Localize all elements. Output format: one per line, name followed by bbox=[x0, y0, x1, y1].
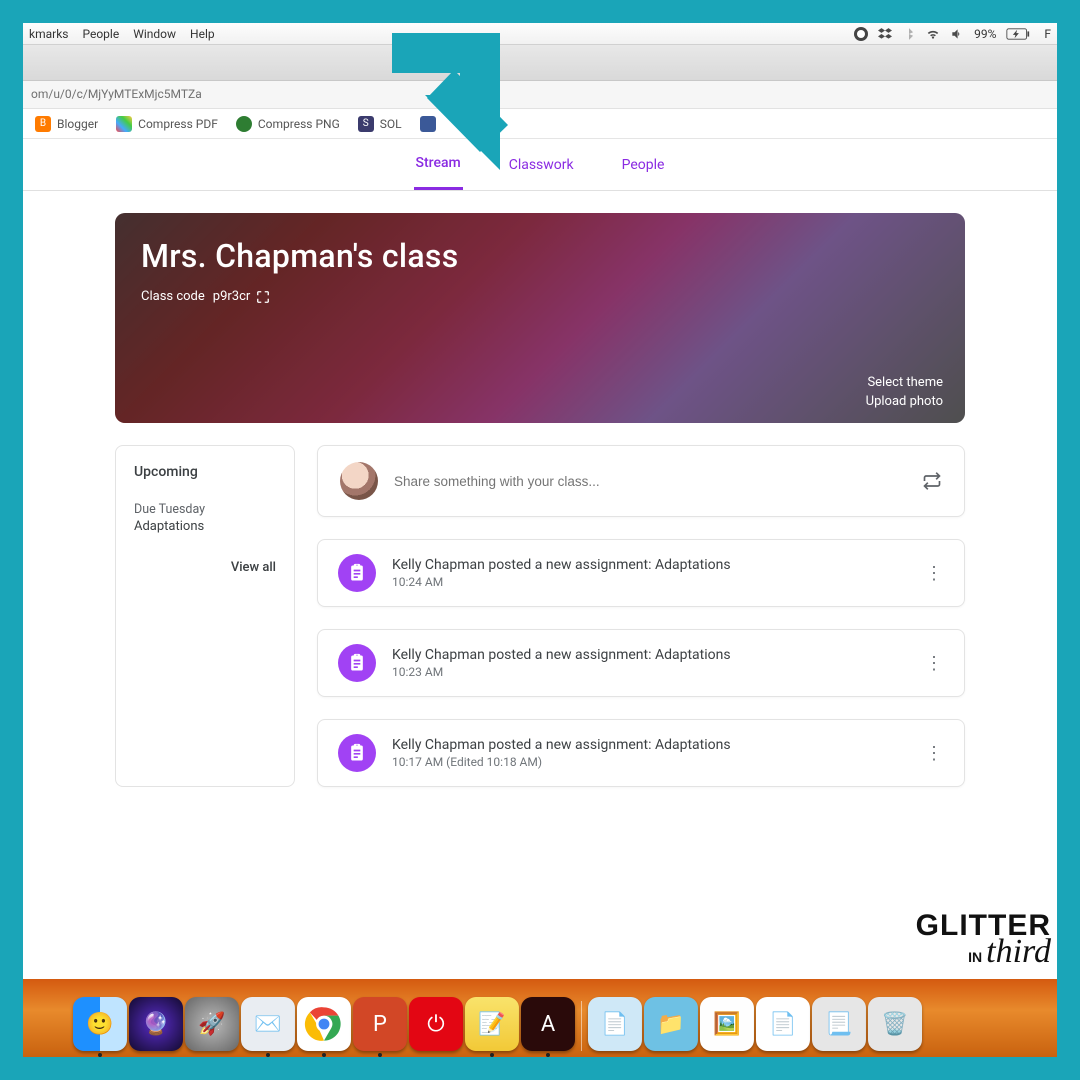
menu-window[interactable]: Window bbox=[133, 27, 176, 41]
annotation-arrow-icon bbox=[380, 20, 515, 170]
dock-siri[interactable]: 🔮 bbox=[129, 997, 183, 1051]
dock-folder[interactable]: 📁 bbox=[644, 997, 698, 1051]
post-menu-icon[interactable]: ⋮ bbox=[924, 743, 944, 764]
screencast-icon[interactable] bbox=[854, 27, 868, 41]
dock-finder[interactable]: 🙂 bbox=[73, 997, 127, 1051]
dock-word-doc[interactable]: 📄 bbox=[588, 997, 642, 1051]
select-theme-link[interactable]: Select theme bbox=[866, 375, 943, 390]
tab-classwork[interactable]: Classwork bbox=[507, 141, 576, 189]
assignment-icon bbox=[338, 644, 376, 682]
wifi-icon[interactable] bbox=[926, 27, 940, 41]
menu-people[interactable]: People bbox=[82, 27, 119, 41]
volume-icon[interactable] bbox=[950, 27, 964, 41]
bookmarks-bar: B Blogger Compress PDF Compress PNG S SO… bbox=[23, 109, 1057, 139]
tab-people[interactable]: People bbox=[620, 141, 667, 189]
fullscreen-icon[interactable] bbox=[256, 290, 270, 304]
class-code-label: Class code bbox=[141, 289, 205, 304]
view-all-link[interactable]: View all bbox=[134, 560, 276, 575]
dock-background: 🙂 🔮 🚀 ✉️ P ⏻ 📝 A 📄 📁 🖼️ 📄 📃 🗑️ bbox=[23, 979, 1057, 1057]
share-box[interactable] bbox=[317, 445, 965, 517]
dock-shutdown[interactable]: ⏻ bbox=[409, 997, 463, 1051]
dock-mail[interactable]: ✉️ bbox=[241, 997, 295, 1051]
upload-photo-link[interactable]: Upload photo bbox=[866, 394, 943, 409]
dropbox-icon[interactable] bbox=[878, 27, 892, 41]
class-tabs: Stream Classwork People bbox=[23, 139, 1057, 191]
reuse-post-icon[interactable] bbox=[922, 471, 942, 491]
dock-chrome-doc[interactable]: 📄 bbox=[756, 997, 810, 1051]
dock-acrobat[interactable]: A bbox=[521, 997, 575, 1051]
battery-percent: 99% bbox=[974, 27, 996, 41]
dock-separator bbox=[581, 1001, 582, 1051]
post-text: Kelly Chapman posted a new assignment: A… bbox=[392, 557, 908, 573]
upcoming-heading: Upcoming bbox=[134, 464, 276, 480]
battery-icon[interactable] bbox=[1006, 28, 1030, 40]
share-input[interactable] bbox=[394, 474, 906, 489]
post-time: 10:17 AM (Edited 10:18 AM) bbox=[392, 755, 908, 769]
post-time: 10:24 AM bbox=[392, 575, 908, 589]
menu-cut-right: F bbox=[1044, 27, 1051, 41]
upcoming-due: Due Tuesday bbox=[134, 502, 276, 517]
post-text: Kelly Chapman posted a new assignment: A… bbox=[392, 737, 908, 753]
browser-toolbar bbox=[23, 45, 1057, 81]
stream-post[interactable]: Kelly Chapman posted a new assignment: A… bbox=[317, 629, 965, 697]
bluetooth-icon[interactable] bbox=[902, 27, 916, 41]
assignment-icon bbox=[338, 554, 376, 592]
bookmark-blogger[interactable]: B Blogger bbox=[35, 116, 98, 132]
bookmark-label: Compress PDF bbox=[138, 117, 218, 131]
upcoming-card: Upcoming Due Tuesday Adaptations View al… bbox=[115, 445, 295, 787]
bookmark-compress-png[interactable]: Compress PNG bbox=[236, 116, 340, 132]
bookmark-label: Compress PNG bbox=[258, 117, 340, 131]
class-title: Mrs. Chapman's class bbox=[141, 237, 939, 275]
address-bar[interactable]: om/u/0/c/MjYyMTExMjc5MTZa bbox=[23, 81, 1057, 109]
stream-post[interactable]: Kelly Chapman posted a new assignment: A… bbox=[317, 719, 965, 787]
watermark-line2: IN bbox=[968, 949, 982, 965]
assignment-icon bbox=[338, 734, 376, 772]
dock-text-doc[interactable]: 📃 bbox=[812, 997, 866, 1051]
post-menu-icon[interactable]: ⋮ bbox=[924, 563, 944, 584]
dock-powerpoint[interactable]: P bbox=[353, 997, 407, 1051]
menu-help[interactable]: Help bbox=[190, 27, 215, 41]
bookmark-compress-pdf[interactable]: Compress PDF bbox=[116, 116, 218, 132]
dock-trash[interactable]: 🗑️ bbox=[868, 997, 922, 1051]
class-code: p9r3cr bbox=[213, 289, 251, 304]
stream-post[interactable]: Kelly Chapman posted a new assignment: A… bbox=[317, 539, 965, 607]
dock-chrome[interactable] bbox=[297, 997, 351, 1051]
mac-menubar: kmarks People Window Help 99% F bbox=[23, 23, 1057, 45]
upcoming-assignment[interactable]: Adaptations bbox=[134, 519, 276, 534]
post-time: 10:23 AM bbox=[392, 665, 908, 679]
post-menu-icon[interactable]: ⋮ bbox=[924, 653, 944, 674]
class-hero: Mrs. Chapman's class Class code p9r3cr S… bbox=[115, 213, 965, 423]
bookmark-label: Blogger bbox=[57, 117, 98, 131]
dock-launchpad[interactable]: 🚀 bbox=[185, 997, 239, 1051]
dock: 🙂 🔮 🚀 ✉️ P ⏻ 📝 A 📄 📁 🖼️ 📄 📃 🗑️ bbox=[73, 987, 1007, 1051]
watermark-line3: third bbox=[986, 933, 1051, 970]
dock-image[interactable]: 🖼️ bbox=[700, 997, 754, 1051]
dock-stickies[interactable]: 📝 bbox=[465, 997, 519, 1051]
menu-bookmarks[interactable]: kmarks bbox=[29, 27, 68, 41]
post-text: Kelly Chapman posted a new assignment: A… bbox=[392, 647, 908, 663]
watermark: GLITTER IN third bbox=[916, 913, 1051, 967]
user-avatar bbox=[340, 462, 378, 500]
